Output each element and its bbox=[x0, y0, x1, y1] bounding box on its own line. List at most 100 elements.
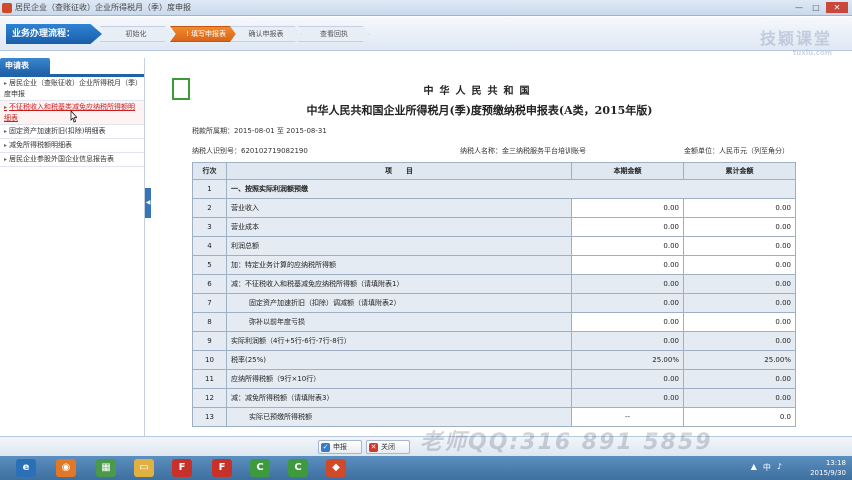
camtasia-icon[interactable]: C bbox=[250, 459, 270, 477]
excel-icon[interactable]: ▦ bbox=[96, 459, 116, 477]
close-label: 关闭 bbox=[381, 443, 395, 451]
table-row: 9 实际利润额（4行+5行-6行-7行-8行） 0.00 0.00 bbox=[192, 331, 796, 351]
sidebar-item-schedule3[interactable]: 减免所得税额明细表 bbox=[0, 139, 144, 153]
step-confirm[interactable]: 确认申报表 bbox=[230, 26, 302, 42]
header-item: 项 目 bbox=[226, 162, 572, 180]
row-item: 营业成本 bbox=[226, 217, 572, 237]
header-current: 本期金额 bbox=[571, 162, 684, 180]
current-amount-value: 0.00 bbox=[571, 331, 684, 351]
row-no: 12 bbox=[192, 388, 227, 408]
os-taskbar: e ◉ ▦ ▭ F F C C ◆ ▲ 中 ♪ 13:18 2015/9/30 bbox=[0, 456, 852, 480]
window-title: 居民企业（查账征收）企业所得税月（季）度申报 bbox=[15, 3, 191, 12]
row-item: 实际利润额（4行+5行-6行-7行-8行） bbox=[226, 331, 572, 351]
row-no: 6 bbox=[192, 274, 227, 294]
current-amount-field[interactable]: 0.00 bbox=[571, 312, 684, 332]
collapse-sidebar-icon[interactable]: ◀ bbox=[145, 188, 151, 218]
cumulative-amount-value: 0.00 bbox=[683, 274, 796, 294]
row-no: 8 bbox=[192, 312, 227, 332]
current-amount-value: 0.00 bbox=[571, 274, 684, 294]
table-row: 2 营业收入 0.00 0.00 bbox=[192, 198, 796, 218]
submit-icon: ✓ bbox=[321, 443, 330, 452]
header-cumulative: 累计金额 bbox=[683, 162, 796, 180]
form-area: 中华人民共和国 中华人民共和国企业所得税月(季)度预缴纳税申报表(A类，2015… bbox=[152, 58, 852, 436]
cumulative-amount-value: 0.00 bbox=[683, 331, 796, 351]
row-item: 利润总额 bbox=[226, 236, 572, 256]
step-fill-form[interactable]: ! 填写申报表 bbox=[170, 26, 242, 42]
cumulative-amount-field[interactable]: 0.00 bbox=[683, 255, 796, 275]
cumulative-amount-value: 25.00% bbox=[683, 350, 796, 370]
sidebar-tab[interactable]: 申请表 bbox=[0, 58, 50, 74]
table-row: 1 一、按照实际利润额预缴 bbox=[192, 179, 796, 199]
current-amount-field[interactable]: 0.00 bbox=[571, 198, 684, 218]
row-no: 1 bbox=[192, 179, 227, 199]
table-row: 10 税率(25%) 25.00% 25.00% bbox=[192, 350, 796, 370]
tray-arrow-icon[interactable]: ▲ bbox=[751, 462, 757, 473]
form-title: 中华人民共和国企业所得税月(季)度预缴纳税申报表(A类，2015年版) bbox=[306, 104, 653, 117]
row-item: 应纳所得税额（9行×10行） bbox=[226, 369, 572, 389]
system-tray: ▲ 中 ♪ bbox=[751, 462, 782, 473]
pointer-cursor-icon bbox=[70, 111, 77, 123]
row-no: 3 bbox=[192, 217, 227, 237]
clock-time: 13:18 bbox=[825, 459, 846, 467]
cumulative-amount-value: 0.00 bbox=[683, 293, 796, 313]
ie-icon[interactable]: e bbox=[16, 459, 36, 477]
close-icon: ✕ bbox=[369, 443, 378, 452]
header-no: 行次 bbox=[192, 162, 227, 180]
clock-date: 2015/9/30 bbox=[810, 469, 846, 477]
form-title-country: 中华人民共和国 bbox=[423, 86, 536, 97]
table-row: 8 弥补以前年度亏损 0.00 0.00 bbox=[192, 312, 796, 332]
app-f-icon[interactable]: F bbox=[172, 459, 192, 477]
maximize-button[interactable]: □ bbox=[809, 2, 823, 13]
declaration-table: 行次 项 目 本期金额 累计金额 1 一、按照实际利润额预缴 2 营业收入 0.… bbox=[192, 162, 796, 427]
current-amount-value: 25.00% bbox=[571, 350, 684, 370]
table-row: 6 减：不征税收入和税基减免应纳税所得额（请填附表1） 0.00 0.00 bbox=[192, 274, 796, 294]
current-amount-field[interactable]: 0.00 bbox=[571, 217, 684, 237]
camtasia2-icon[interactable]: C bbox=[288, 459, 308, 477]
app-icon bbox=[2, 2, 12, 13]
cumulative-amount-field[interactable]: 0.00 bbox=[683, 312, 796, 332]
cumulative-amount-field[interactable]: 0.00 bbox=[683, 198, 796, 218]
watermark-bottom: 老师QQ:316 891 5859 bbox=[420, 430, 713, 455]
process-label: 业务办理流程： bbox=[6, 24, 102, 44]
current-amount-value: 0.00 bbox=[571, 388, 684, 408]
cumulative-amount-value: 0.00 bbox=[683, 388, 796, 408]
sidebar-item-schedule2[interactable]: 固定资产加速折旧(扣除)明细表 bbox=[0, 125, 144, 139]
taxpayer-name: 纳税人名称：金三纳税服务平台培训账号 bbox=[460, 147, 586, 155]
speaker-icon[interactable]: ♪ bbox=[777, 462, 782, 473]
current-amount-field[interactable]: 0.00 bbox=[571, 236, 684, 256]
cumulative-amount-field[interactable]: 0.00 bbox=[683, 236, 796, 256]
table-row: 11 应纳所得税额（9行×10行） 0.00 0.00 bbox=[192, 369, 796, 389]
window-titlebar: 居民企业（查账征收）企业所得税月（季）度申报 — □ ✕ bbox=[0, 0, 852, 16]
current-amount-field[interactable]: 0.00 bbox=[571, 255, 684, 275]
row-no: 4 bbox=[192, 236, 227, 256]
sidebar-item-foreign-report[interactable]: 居民企业参股外国企业信息报告表 bbox=[0, 153, 144, 167]
cumulative-amount-field[interactable]: 0.00 bbox=[683, 217, 796, 237]
ime-indicator[interactable]: 中 bbox=[763, 462, 771, 473]
row-no: 2 bbox=[192, 198, 227, 218]
amount-unit: 金额单位：人民币元（列至角分） bbox=[684, 147, 789, 155]
row-no: 9 bbox=[192, 331, 227, 351]
row-item: 减：不征税收入和税基减免应纳税所得额（请填附表1） bbox=[226, 274, 572, 294]
row-item: 减：减免所得税额（请填附表3） bbox=[226, 388, 572, 408]
row-no: 5 bbox=[192, 255, 227, 275]
app-f2-icon[interactable]: F bbox=[212, 459, 232, 477]
firefox-icon[interactable]: ◉ bbox=[56, 459, 76, 477]
current-amount-value: 0.00 bbox=[571, 293, 684, 313]
clock[interactable]: 13:18 2015/9/30 bbox=[810, 458, 846, 478]
row-no: 10 bbox=[192, 350, 227, 370]
tax-app-icon[interactable]: ◆ bbox=[326, 459, 346, 477]
row-item: 固定资产加速折旧（扣除）调减额（请填附表2） bbox=[226, 293, 572, 313]
row-no: 7 bbox=[192, 293, 227, 313]
submit-button[interactable]: ✓ 申报 bbox=[318, 440, 362, 454]
watermark-top-text: 技颖课堂 bbox=[759, 29, 832, 48]
minimize-button[interactable]: — bbox=[792, 2, 806, 13]
table-row: 12 减：减免所得税额（请填附表3） 0.00 0.00 bbox=[192, 388, 796, 408]
table-row: 7 固定资产加速折旧（扣除）调减额（请填附表2） 0.00 0.00 bbox=[192, 293, 796, 313]
step-init[interactable]: 初始化 bbox=[100, 26, 172, 42]
sidebar-item-main-return[interactable]: 居民企业（查账征收）企业所得税月（季）度申报 bbox=[0, 77, 144, 101]
step-receipt[interactable]: 查看回执 bbox=[298, 26, 370, 42]
folder-icon[interactable]: ▭ bbox=[134, 459, 154, 477]
close-window-button[interactable]: ✕ bbox=[826, 2, 848, 13]
taxpayer-id: 纳税人识别号：620102719082190 bbox=[192, 147, 308, 155]
close-button[interactable]: ✕ 关闭 bbox=[366, 440, 410, 454]
